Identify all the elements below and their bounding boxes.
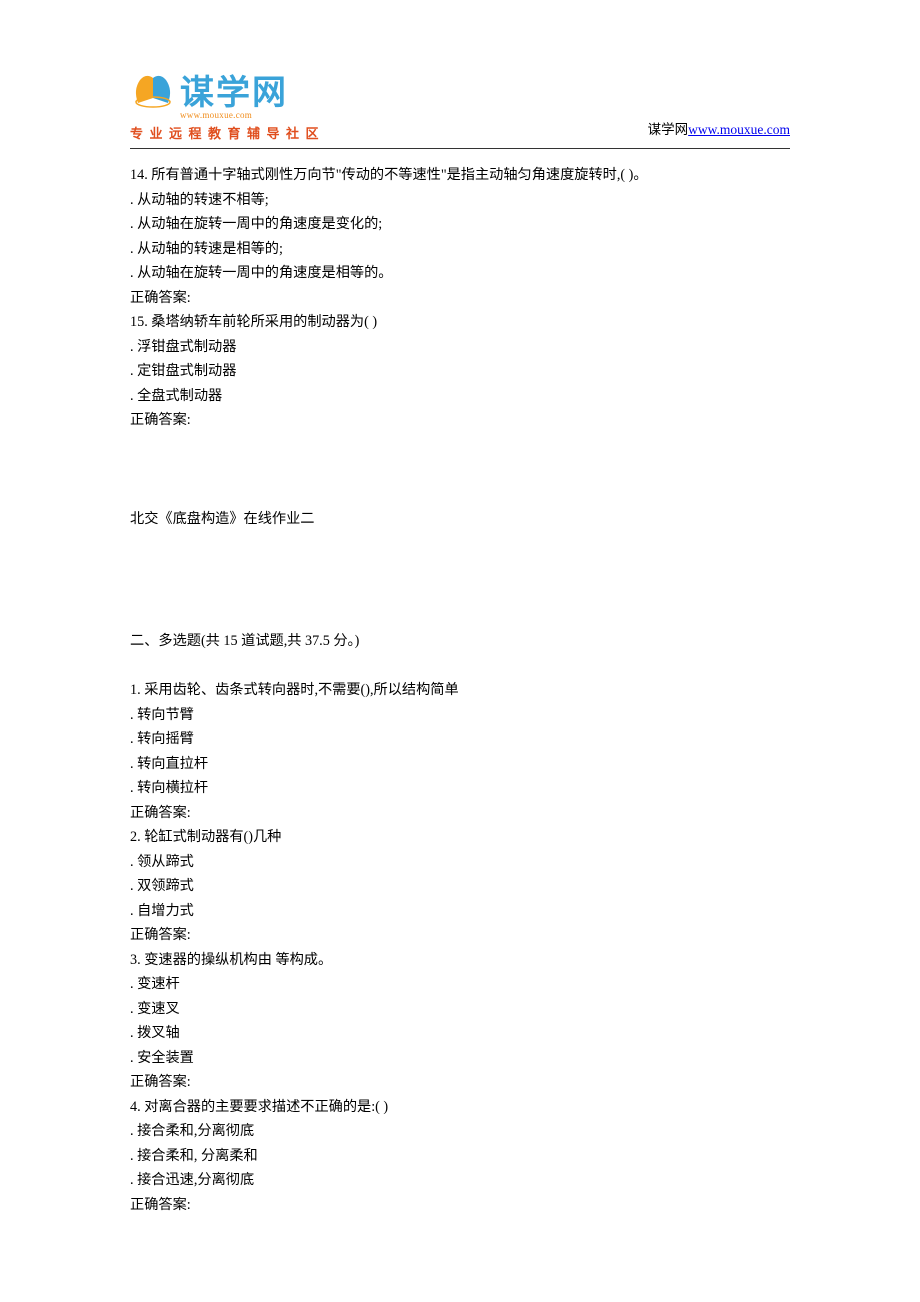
- logo-top: 谋学网: [130, 65, 325, 114]
- option: . 变速叉: [130, 997, 790, 1022]
- qtext: 轮缸式制动器有()几种: [144, 829, 281, 845]
- qnum: 15.: [130, 314, 148, 330]
- qtext: 变速器的操纵机构由 等构成。: [144, 952, 332, 968]
- qtext: 对离合器的主要要求描述不正确的是:( ): [144, 1099, 388, 1115]
- option: . 浮钳盘式制动器: [130, 335, 790, 360]
- option: . 接合柔和,分离彻底: [130, 1119, 790, 1144]
- answer-label: 正确答案:: [130, 286, 790, 311]
- option: . 转向横拉杆: [130, 776, 790, 801]
- question-15: 15. 桑塔纳轿车前轮所采用的制动器为( ): [130, 310, 790, 335]
- question-14: 14. 所有普通十字轴式刚性万向节"传动的不等速性"是指主动轴匀角速度旋转时,(…: [130, 163, 790, 188]
- logo-icon: [130, 70, 176, 110]
- qtext: 采用齿轮、齿条式转向器时,不需要(),所以结构简单: [144, 682, 458, 698]
- qnum: 2.: [130, 829, 141, 845]
- option: . 自增力式: [130, 899, 790, 924]
- header-link[interactable]: www.mouxue.com: [688, 122, 790, 137]
- qnum: 4.: [130, 1099, 141, 1115]
- option: . 从动轴的转速不相等;: [130, 188, 790, 213]
- option: . 拨叉轴: [130, 1021, 790, 1046]
- question-mc-2: 2. 轮缸式制动器有()几种: [130, 825, 790, 850]
- option: . 双领蹄式: [130, 874, 790, 899]
- header-divider: [130, 148, 790, 149]
- option: . 转向摇臂: [130, 727, 790, 752]
- option: . 定钳盘式制动器: [130, 359, 790, 384]
- answer-label: 正确答案:: [130, 801, 790, 826]
- question-mc-4: 4. 对离合器的主要要求描述不正确的是:( ): [130, 1095, 790, 1120]
- spacer: [130, 531, 790, 629]
- qtext: 桑塔纳轿车前轮所采用的制动器为( ): [151, 314, 377, 330]
- answer-label: 正确答案:: [130, 1070, 790, 1095]
- qnum: 3.: [130, 952, 141, 968]
- spacer: [130, 433, 790, 507]
- document-content: 14. 所有普通十字轴式刚性万向节"传动的不等速性"是指主动轴匀角速度旋转时,(…: [130, 163, 790, 1217]
- logo-text: 谋学网: [180, 65, 288, 114]
- document-page: 谋学网 www.mouxue.com 专业远程教育辅导社区 谋学网www.mou…: [0, 0, 920, 1277]
- answer-label: 正确答案:: [130, 923, 790, 948]
- logo-small-url: www.mouxue.com: [180, 110, 325, 120]
- qnum: 1.: [130, 682, 141, 698]
- logo-text-wrap: 谋学网: [180, 65, 288, 114]
- qnum: 14.: [130, 167, 148, 183]
- option: . 转向直拉杆: [130, 752, 790, 777]
- option: . 安全装置: [130, 1046, 790, 1071]
- answer-label: 正确答案:: [130, 1193, 790, 1218]
- option: . 全盘式制动器: [130, 384, 790, 409]
- option: . 变速杆: [130, 972, 790, 997]
- logo-block: 谋学网 www.mouxue.com 专业远程教育辅导社区: [130, 65, 325, 142]
- option: . 领从蹄式: [130, 850, 790, 875]
- page-header: 谋学网 www.mouxue.com 专业远程教育辅导社区 谋学网www.mou…: [130, 65, 790, 142]
- header-right: 谋学网www.mouxue.com: [648, 118, 790, 142]
- section-title: 北交《底盘构造》在线作业二: [130, 507, 790, 532]
- option: . 接合迅速,分离彻底: [130, 1168, 790, 1193]
- header-right-label: 谋学网: [648, 122, 689, 137]
- option: . 从动轴在旋转一周中的角速度是相等的。: [130, 261, 790, 286]
- qtext: 所有普通十字轴式刚性万向节"传动的不等速性"是指主动轴匀角速度旋转时,( )。: [151, 167, 647, 183]
- option: . 从动轴的转速是相等的;: [130, 237, 790, 262]
- spacer: [130, 654, 790, 679]
- option: . 接合柔和, 分离柔和: [130, 1144, 790, 1169]
- question-mc-1: 1. 采用齿轮、齿条式转向器时,不需要(),所以结构简单: [130, 678, 790, 703]
- section-subtitle: 二、多选题(共 15 道试题,共 37.5 分。): [130, 629, 790, 654]
- answer-label: 正确答案:: [130, 408, 790, 433]
- option: . 转向节臂: [130, 703, 790, 728]
- question-mc-3: 3. 变速器的操纵机构由 等构成。: [130, 948, 790, 973]
- option: . 从动轴在旋转一周中的角速度是变化的;: [130, 212, 790, 237]
- logo-tagline: 专业远程教育辅导社区: [130, 123, 325, 142]
